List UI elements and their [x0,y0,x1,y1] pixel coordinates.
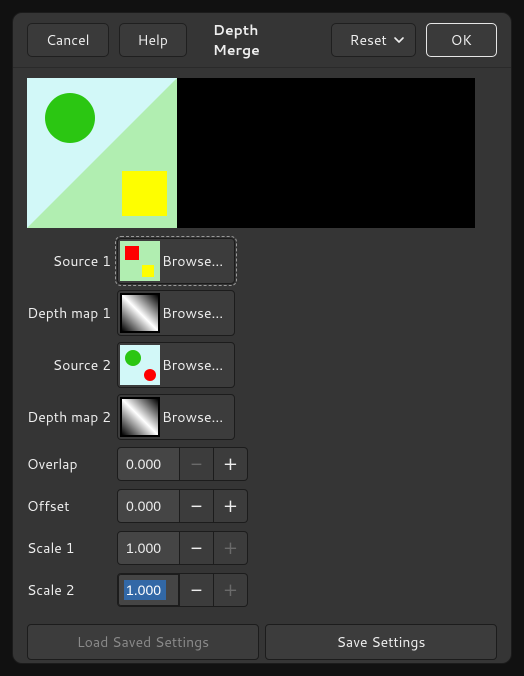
row-source2: Source 2 Browse... [27,342,497,388]
load-settings-button[interactable]: Load Saved Settings [27,624,259,660]
preview-image [27,78,177,228]
source1-thumb [120,241,160,281]
reset-label: Reset [350,30,387,50]
depthmap1-browse-label: Browse... [162,303,232,323]
scale1-input[interactable] [117,531,180,565]
offset-minus-button[interactable]: − [180,489,214,523]
overlap-plus-button[interactable]: + [214,447,248,481]
overlap-label: Overlap [27,454,117,474]
dialog-body: Source 1 Browse... Depth map 1 [13,68,511,674]
source1-picker[interactable]: Browse... [117,238,235,284]
scale2-minus-button[interactable]: − [180,573,214,607]
source2-browse-label: Browse... [162,355,232,375]
ok-button[interactable]: OK [426,23,497,57]
reset-button[interactable]: Reset [331,23,416,57]
cancel-button[interactable]: Cancel [27,23,109,57]
chevron-down-icon [393,34,405,46]
scale2-label: Scale 2 [27,580,117,600]
source2-thumb [120,345,160,385]
source2-label: Source 2 [27,355,117,375]
overlap-minus-button[interactable]: − [180,447,214,481]
row-overlap: Overlap − + [27,446,497,482]
dialog-window: Cancel Help Depth Merge Reset OK Source … [12,12,512,664]
depthmap2-browse-label: Browse... [162,407,232,427]
scale1-plus-button[interactable]: + [214,531,248,565]
offset-label: Offset [27,496,117,516]
scale2-input[interactable] [117,573,180,607]
offset-input[interactable] [117,489,180,523]
row-source1: Source 1 Browse... [27,238,497,284]
footer: Load Saved Settings Save Settings [27,624,497,660]
overlap-input[interactable] [117,447,180,481]
row-offset: Offset − + [27,488,497,524]
preview-area [27,78,475,228]
depthmap2-thumb [120,397,160,437]
row-depthmap1: Depth map 1 Browse... [27,290,497,336]
depthmap1-thumb [120,293,160,333]
offset-plus-button[interactable]: + [214,489,248,523]
source1-browse-label: Browse... [162,251,232,271]
scale1-minus-button[interactable]: − [180,531,214,565]
row-scale1: Scale 1 − + [27,530,497,566]
scale1-label: Scale 1 [27,538,117,558]
titlebar: Cancel Help Depth Merge Reset OK [13,13,511,68]
scale2-plus-button[interactable]: + [214,573,248,607]
save-settings-button[interactable]: Save Settings [265,624,497,660]
depthmap1-label: Depth map 1 [27,303,117,323]
dialog-title: Depth Merge [207,23,311,57]
source1-label: Source 1 [27,251,117,271]
depthmap2-label: Depth map 2 [27,407,117,427]
row-depthmap2: Depth map 2 Browse... [27,394,497,440]
row-scale2: Scale 2 − + [27,572,497,608]
help-button[interactable]: Help [119,23,187,57]
depthmap2-picker[interactable]: Browse... [117,394,235,440]
depthmap1-picker[interactable]: Browse... [117,290,235,336]
source2-picker[interactable]: Browse... [117,342,235,388]
